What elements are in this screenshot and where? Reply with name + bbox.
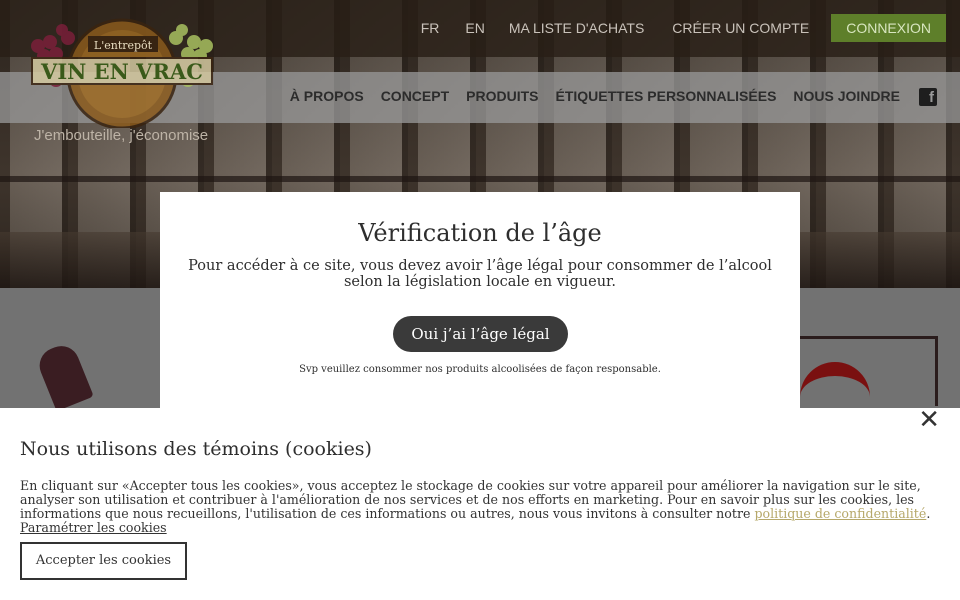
confirm-age-button[interactable]: Oui j’ai l’âge légal	[393, 316, 568, 352]
cookie-banner: ✕ Nous utilisons des témoins (cookies) E…	[0, 407, 960, 600]
cookie-settings-link[interactable]: Paramétrer les cookies	[20, 520, 167, 535]
age-modal-note: Svp veuillez consommer nos produits alco…	[299, 364, 661, 375]
privacy-policy-link[interactable]: politique de confidentialité	[754, 506, 926, 521]
cookie-title: Nous utilisons des témoins (cookies)	[20, 438, 372, 460]
age-modal-text: Pour accéder à ce site, vous devez avoir…	[188, 258, 772, 290]
close-icon[interactable]: ✕	[918, 407, 940, 433]
age-verification-modal: Vérification de l’âge Pour accéder à ce …	[160, 192, 800, 408]
accept-cookies-button[interactable]: Accepter les cookies	[20, 542, 187, 580]
cookie-text-block: En cliquant sur «Accepter tous les cooki…	[20, 478, 931, 535]
age-modal-title: Vérification de l’âge	[358, 219, 602, 247]
